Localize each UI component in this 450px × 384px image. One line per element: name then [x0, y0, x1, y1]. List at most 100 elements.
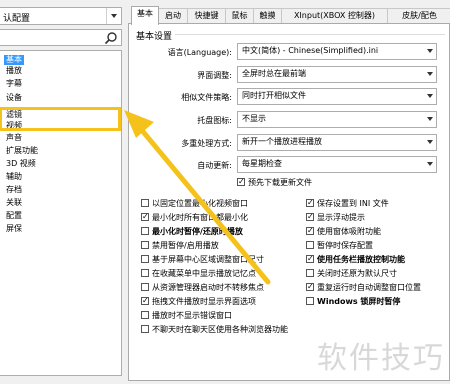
checkbox-box[interactable]: [141, 227, 149, 235]
checkbox-label: 重复运行时自动调整窗口位置: [317, 283, 421, 292]
checkbox-label: 以固定位置最小化视频窗口: [152, 199, 248, 208]
multi-process-value: 新开一个播放进程播放: [242, 137, 322, 146]
predownload-checkbox[interactable]: 预先下载更新文件: [237, 176, 312, 188]
checkbox-label: 使用窗体吸附功能: [317, 227, 381, 236]
tab-touch[interactable]: 触摸: [253, 8, 282, 24]
chevron-down-icon: [424, 67, 436, 80]
tab-basic[interactable]: 基本: [131, 6, 159, 25]
ui-mode-value: 全屏时总在最前端: [242, 69, 306, 78]
tray-icon-select[interactable]: 不显示: [237, 111, 437, 128]
group-title: 基本设置: [136, 32, 173, 42]
similar-files-label: 相似文件策略:: [181, 93, 232, 102]
profile-select[interactable]: 认配置: [0, 7, 122, 25]
checkbox-box[interactable]: [306, 211, 314, 222]
tray-icon-label: 托盘图标:: [197, 116, 232, 125]
tree-item-archive[interactable]: 存档: [4, 185, 24, 195]
tree-item-3d-video[interactable]: 3D 视频: [4, 159, 38, 169]
checkbox-box[interactable]: [141, 241, 149, 249]
checkbox-box[interactable]: [237, 176, 245, 187]
tree-item-extensions[interactable]: 扩展功能: [4, 146, 40, 156]
checkbox-label: 在收藏菜单中显示播放记忆点: [152, 269, 256, 278]
checkbox-hide-errors[interactable]: 播放时不显示错误窗口: [141, 310, 232, 321]
tree-item-config[interactable]: 配置: [4, 211, 24, 221]
checkbox-label: 暂停时保存配置: [317, 241, 373, 250]
checkbox-box[interactable]: [141, 211, 149, 222]
checkbox-box[interactable]: [306, 297, 314, 305]
checkbox-box[interactable]: [306, 281, 314, 292]
search-input[interactable]: [0, 29, 122, 46]
tree-item-devices[interactable]: 设备: [4, 93, 24, 103]
checkbox-box[interactable]: [141, 269, 149, 277]
checkbox-label: 从资源管理器启动时不转移焦点: [152, 283, 264, 292]
similar-files-value: 同时打开相似文件: [242, 91, 306, 100]
checkbox-drag-show-ui[interactable]: 拖拽文件播放时显示界面选项: [141, 295, 256, 307]
tree-item-audio[interactable]: 声音: [4, 133, 24, 143]
checkbox-disable-pause[interactable]: 禁用暂停/启用播放: [141, 240, 219, 251]
language-select[interactable]: 中文(简体) - Chinese(Simplified).ini: [237, 43, 437, 60]
checkbox-chat-browser[interactable]: 不聊天时在聊天区使用各种浏览器功能: [141, 324, 288, 335]
checkbox-label: 最小化时暂停/还原时播放: [152, 227, 243, 236]
checkbox-center-resize[interactable]: 基于屏幕中心区域调整窗口尺寸: [141, 254, 264, 265]
checkbox-label: 不聊天时在聊天区使用各种浏览器功能: [152, 325, 288, 334]
checkbox-box[interactable]: [141, 283, 149, 291]
tray-icon-value: 不显示: [242, 114, 266, 123]
tree-item-playback[interactable]: 播放: [4, 66, 24, 76]
tab-startup[interactable]: 启动: [158, 8, 188, 24]
checkbox-restore-size[interactable]: 关闭时还原为默认尺寸: [306, 268, 397, 279]
chevron-down-icon: [424, 157, 436, 170]
checkbox-box[interactable]: [306, 253, 314, 264]
checkbox-box[interactable]: [141, 255, 149, 263]
checkbox-box[interactable]: [306, 225, 314, 236]
tree-item-basic[interactable]: 基本: [4, 55, 24, 65]
checkbox-box[interactable]: [141, 295, 149, 306]
chevron-down-icon[interactable]: [106, 8, 121, 24]
language-value: 中文(简体) - Chinese(Simplified).ini: [242, 46, 379, 55]
predownload-label: 预先下载更新文件: [248, 178, 312, 187]
tab-skin[interactable]: 皮肤/配色: [387, 8, 450, 24]
chevron-down-icon: [424, 89, 436, 102]
checkbox-label: 显示浮动提示: [317, 213, 365, 222]
checkbox-favorites-memory[interactable]: 在收藏菜单中显示播放记忆点: [141, 268, 256, 279]
checkbox-window-snap[interactable]: 使用窗体吸附功能: [306, 225, 381, 237]
tree-item-association[interactable]: 关联: [4, 198, 24, 208]
checkbox-pause-save[interactable]: 暂停时保存配置: [306, 240, 373, 251]
group-divider: [175, 34, 445, 35]
checkbox-auto-position[interactable]: 重复运行时自动调整窗口位置: [306, 281, 421, 293]
checkbox-box[interactable]: [306, 241, 314, 249]
profile-select-value: 认配置: [3, 14, 31, 24]
chevron-down-icon: [424, 112, 436, 125]
checkbox-box[interactable]: [306, 197, 314, 208]
checkbox-minimize-pause[interactable]: 最小化时暂停/还原时播放: [141, 226, 243, 237]
language-label: 语言(Language):: [167, 48, 232, 57]
checkbox-lock-pause[interactable]: Windows 锁屏时暂停: [306, 296, 400, 307]
search-icon[interactable]: [104, 31, 118, 45]
checkbox-floating-tips[interactable]: 显示浮动提示: [306, 211, 365, 223]
checkbox-label: 关闭时还原为默认尺寸: [317, 269, 397, 278]
tree-item-subtitles[interactable]: 字幕: [4, 79, 24, 89]
tab-hotkeys[interactable]: 快捷键: [187, 8, 226, 24]
multi-process-select[interactable]: 新开一个播放进程播放: [237, 134, 437, 151]
watermark: 软件技巧: [317, 341, 445, 376]
checkbox-fixed-minimize[interactable]: 以固定位置最小化视频窗口: [141, 198, 248, 209]
tree-item-screensaver[interactable]: 屏保: [4, 224, 24, 234]
checkbox-box[interactable]: [306, 269, 314, 277]
ui-mode-select[interactable]: 全屏时总在最前端: [237, 66, 437, 83]
tab-strip: 基本 启动 快捷键 鼠标 触摸 XInput(XBOX 控制器) 皮肤/配色: [128, 6, 450, 25]
multi-process-label: 多重处理方式:: [181, 139, 232, 148]
checkbox-taskbar-controls[interactable]: 使用任务栏播放控制功能: [306, 253, 405, 265]
checkbox-box[interactable]: [141, 325, 149, 333]
checkbox-no-focus-shift[interactable]: 从资源管理器启动时不转移焦点: [141, 282, 264, 293]
checkbox-box[interactable]: [141, 311, 149, 319]
checkbox-box[interactable]: [141, 199, 149, 207]
tab-mouse[interactable]: 鼠标: [225, 8, 254, 24]
auto-update-select[interactable]: 每星期检查: [237, 156, 437, 173]
chevron-down-icon: [424, 135, 436, 148]
tab-xinput[interactable]: XInput(XBOX 控制器): [281, 8, 388, 24]
similar-files-select[interactable]: 同时打开相似文件: [237, 88, 437, 105]
settings-tree: 基本 播放 字幕 设备 滤镜 视频 声音 扩展功能 3D 视频 辅助 存档 关联…: [0, 50, 122, 376]
checkbox-minimize-all[interactable]: 最小化时所有窗口都最小化: [141, 211, 248, 223]
tree-item-assist[interactable]: 辅助: [4, 172, 24, 182]
highlight-box: [0, 107, 121, 131]
checkbox-save-ini[interactable]: 保存设置到 INI 文件: [306, 197, 389, 209]
auto-update-label: 自动更新:: [197, 161, 232, 170]
